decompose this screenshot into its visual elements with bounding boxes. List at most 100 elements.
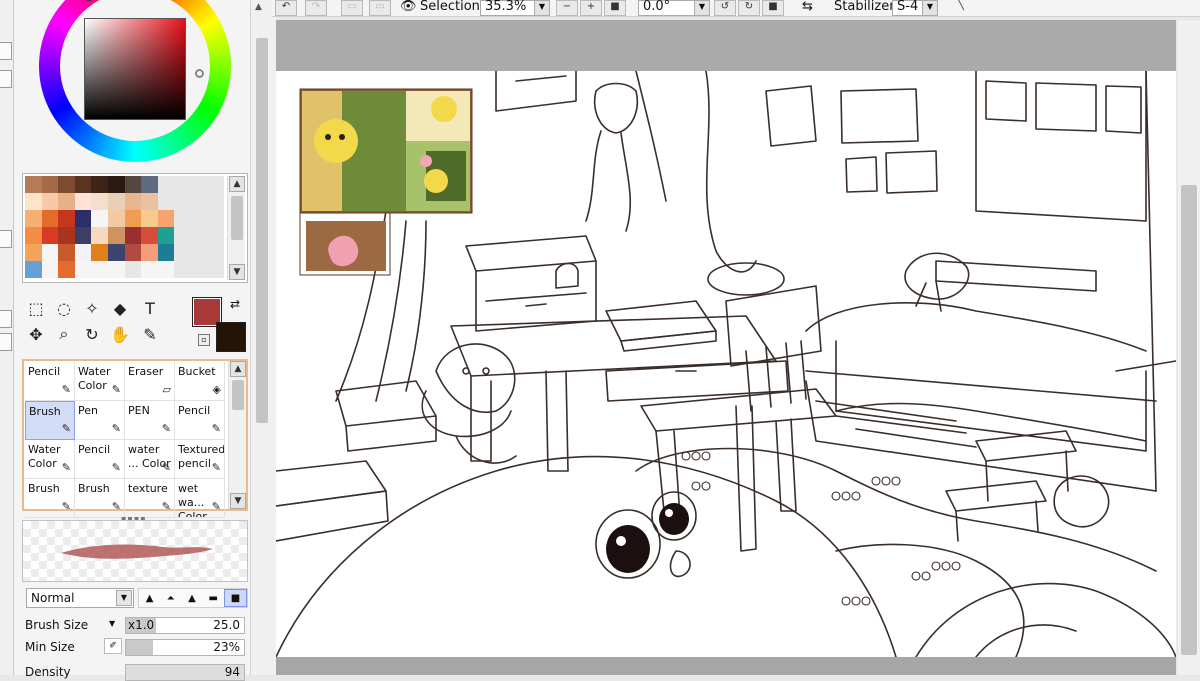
text-icon[interactable]: T	[138, 296, 162, 320]
color-swatch[interactable]	[124, 227, 142, 244]
scroll-thumb[interactable]	[256, 38, 268, 423]
color-swatch[interactable]	[91, 176, 108, 193]
color-swatch[interactable]	[41, 261, 59, 278]
dock-tab[interactable]	[0, 230, 12, 248]
shape-soft-icon[interactable]: ▲	[181, 589, 202, 607]
color-swatch[interactable]	[190, 176, 208, 193]
brush-size-multiplier[interactable]: x1.0	[128, 618, 154, 632]
brush-tool-1[interactable]: Pencil ✎	[25, 362, 75, 401]
rotation-reset-icon[interactable]: ■	[762, 0, 784, 16]
color-swatch[interactable]	[91, 244, 108, 261]
brush-tool-11[interactable]: water ... Color ✎	[125, 440, 175, 479]
color-swatch[interactable]	[74, 176, 92, 193]
color-swatch[interactable]	[41, 244, 59, 261]
brush-tool-5[interactable]: Brush ✎	[25, 401, 75, 440]
brush-tool-12[interactable]: Textured pencil ✎	[175, 440, 225, 479]
color-swatch[interactable]	[41, 227, 59, 244]
color-swatch[interactable]	[91, 227, 108, 244]
color-swatch[interactable]	[207, 261, 225, 278]
magic-wand-icon[interactable]: ✧	[80, 296, 104, 320]
color-swatch[interactable]	[25, 210, 42, 227]
color-swatch[interactable]	[74, 210, 92, 227]
rotation-field[interactable]: 0.0° ▼	[638, 0, 710, 16]
color-swatch[interactable]	[107, 261, 125, 278]
color-swatch[interactable]	[157, 210, 175, 227]
line-tool-icon[interactable]: ╲	[950, 0, 972, 16]
scroll-up-icon[interactable]: ▲	[230, 361, 246, 377]
deselect-icon[interactable]: ▭	[341, 0, 363, 16]
sv-marker[interactable]	[195, 69, 204, 78]
color-swatch[interactable]	[157, 227, 175, 244]
color-swatch[interactable]	[190, 261, 208, 278]
color-swatch[interactable]	[107, 176, 125, 193]
blend-mode-select[interactable]: Normal ▼	[26, 588, 134, 608]
brush-tool-16[interactable]: wet wa... Color ✎	[175, 479, 225, 518]
brush-tool-9[interactable]: Water Color ✎	[25, 440, 75, 479]
dock-tab[interactable]	[0, 333, 12, 351]
color-swatch[interactable]	[190, 210, 208, 227]
zoom-in-icon[interactable]: +	[580, 0, 602, 16]
color-swatch[interactable]	[141, 261, 158, 278]
brush-tool-3[interactable]: Eraser ▱	[125, 362, 175, 401]
swatch-scrollbar[interactable]: ▲ ▼	[227, 176, 245, 280]
color-swatch[interactable]	[25, 193, 42, 210]
color-swatch[interactable]	[124, 176, 142, 193]
bucket-fill-icon[interactable]: ◆	[108, 296, 132, 320]
density-slider[interactable]: 94	[125, 664, 245, 681]
brush-tool-4[interactable]: Bucket ◈	[175, 362, 225, 401]
color-swatch[interactable]	[74, 244, 92, 261]
shape-round-icon[interactable]: ⏶	[160, 589, 181, 607]
lasso-icon[interactable]: ◌	[52, 296, 76, 320]
zoom-field[interactable]: 35.3% ▼	[480, 0, 550, 16]
color-swatch[interactable]	[91, 210, 108, 227]
scroll-thumb[interactable]	[1181, 185, 1197, 655]
color-swatch[interactable]	[91, 261, 108, 278]
shape-square-icon[interactable]: ■	[223, 589, 248, 607]
move-icon[interactable]: ✥	[24, 322, 48, 346]
shape-flat-icon[interactable]: ▬	[203, 589, 224, 607]
background-color[interactable]	[216, 322, 246, 352]
color-swatch[interactable]	[107, 210, 125, 227]
color-swatch[interactable]	[25, 244, 42, 261]
chevron-down-icon[interactable]: ▼	[694, 1, 709, 15]
color-swatch[interactable]	[174, 227, 191, 244]
color-swatch[interactable]	[41, 176, 59, 193]
min-size-slider[interactable]: 23%	[125, 639, 245, 656]
color-swatch[interactable]	[124, 193, 142, 210]
rotate-right-icon[interactable]: ↻	[738, 0, 760, 16]
hand-icon[interactable]: ✋	[108, 322, 132, 346]
color-swatch[interactable]	[157, 244, 175, 261]
color-swatch[interactable]	[190, 227, 208, 244]
color-swatch[interactable]	[174, 244, 191, 261]
color-swatch[interactable]	[74, 227, 92, 244]
pressure-icon[interactable]: ✐	[104, 638, 122, 654]
brush-tool-7[interactable]: PEN ✎	[125, 401, 175, 440]
color-swatch[interactable]	[207, 210, 225, 227]
brush-tool-8[interactable]: Pencil ✎	[175, 401, 225, 440]
color-swatch[interactable]	[58, 227, 75, 244]
selection-visibility-icon[interactable]: 👁	[400, 0, 417, 13]
color-swatch[interactable]	[58, 210, 75, 227]
chevron-down-icon[interactable]: ▼	[116, 590, 132, 606]
reset-colors-icon[interactable]: ▫	[198, 334, 210, 346]
color-swatch[interactable]	[141, 193, 158, 210]
invert-selection-icon[interactable]: ▭	[369, 0, 391, 16]
swap-colors-icon[interactable]: ⇄	[230, 297, 240, 311]
color-swatch[interactable]	[41, 210, 59, 227]
redo-icon[interactable]: ↷	[305, 0, 327, 16]
color-swatch[interactable]	[124, 210, 142, 227]
color-swatch[interactable]	[174, 261, 191, 278]
color-swatch[interactable]	[124, 244, 142, 261]
color-swatch[interactable]	[157, 193, 175, 210]
undo-icon[interactable]: ↶	[275, 0, 297, 16]
color-swatch[interactable]	[107, 227, 125, 244]
canvas-vertical-scrollbar[interactable]	[1178, 20, 1200, 675]
brush-tool-10[interactable]: Pencil ✎	[75, 440, 125, 479]
color-swatch[interactable]	[174, 176, 191, 193]
color-swatch[interactable]	[207, 193, 225, 210]
rotate-left-icon[interactable]: ↺	[714, 0, 736, 16]
brush-tool-15[interactable]: texture ✎	[125, 479, 175, 518]
zoom-icon[interactable]: ⌕	[52, 322, 76, 346]
brush-size-slider[interactable]: x1.0 25.0	[125, 617, 245, 634]
brush-tool-13[interactable]: Brush ✎	[25, 479, 75, 518]
